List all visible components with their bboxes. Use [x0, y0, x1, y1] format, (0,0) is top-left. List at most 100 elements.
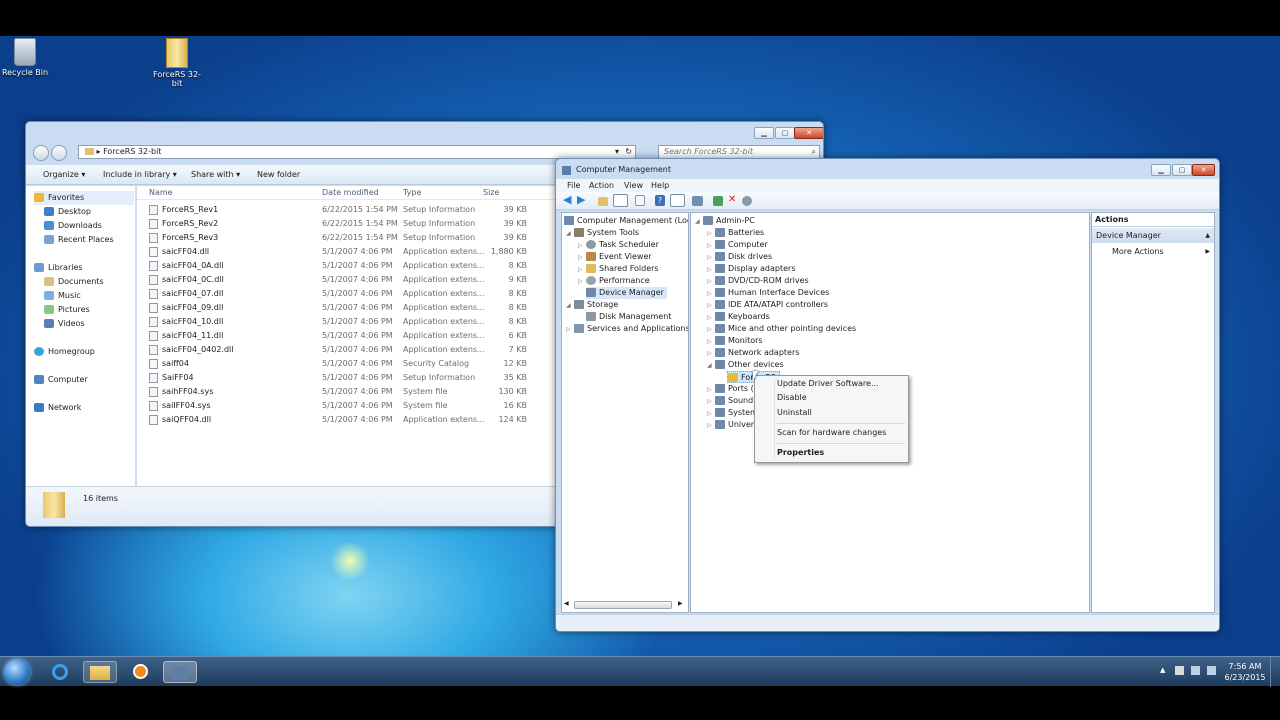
- tree-admin-pc[interactable]: ◢ Admin-PC: [695, 215, 755, 227]
- up-folder-icon[interactable]: [598, 197, 608, 206]
- include-in-library-button[interactable]: Include in library ▾: [103, 170, 177, 179]
- nav-videos[interactable]: Videos: [44, 317, 85, 331]
- share-with-button[interactable]: Share with ▾: [191, 170, 240, 179]
- taskbar-computer-management[interactable]: [163, 661, 197, 683]
- back-arrow-icon[interactable]: ◀: [563, 194, 577, 207]
- tree-device-manager[interactable]: Device Manager: [586, 287, 667, 299]
- tree-event-viewer[interactable]: ▷ Event Viewer: [578, 251, 652, 263]
- show-hide-pane-icon[interactable]: [670, 194, 685, 207]
- more-actions[interactable]: More Actions ▶: [1112, 245, 1212, 259]
- minimize-button[interactable]: ▁: [754, 127, 774, 139]
- close-button[interactable]: ✕: [1192, 164, 1215, 176]
- menu-item-scan-hardware[interactable]: Scan for hardware changes: [777, 426, 886, 440]
- nav-computer[interactable]: Computer: [34, 373, 88, 387]
- menu-item-properties[interactable]: Properties: [777, 446, 824, 460]
- desktop-icon-forcers-folder[interactable]: ForceRS 32-bit: [152, 38, 202, 88]
- nav-music[interactable]: Music: [44, 289, 81, 303]
- clock[interactable]: 7:56 AM 6/23/2015: [1222, 661, 1268, 683]
- scroll-thumb[interactable]: [574, 601, 672, 609]
- menu-item-disable[interactable]: Disable: [777, 391, 807, 405]
- collapse-up-icon[interactable]: ▲: [1205, 228, 1210, 243]
- tree-computer-management[interactable]: Computer Management (Local: [564, 215, 688, 227]
- tree-task-scheduler[interactable]: ▷ Task Scheduler: [578, 239, 659, 251]
- column-header-date[interactable]: Date modified: [322, 186, 379, 200]
- scroll-left-arrow[interactable]: ◀: [564, 600, 569, 607]
- start-button[interactable]: [4, 659, 30, 685]
- collapsed-arrow-icon[interactable]: ▷: [707, 420, 715, 432]
- nav-libraries[interactable]: Libraries: [34, 261, 83, 275]
- device-category[interactable]: ▷ Network adapters: [707, 347, 799, 359]
- console-tree-icon[interactable]: [613, 194, 628, 207]
- nav-network[interactable]: Network: [34, 401, 81, 415]
- device-category[interactable]: ▷ Display adapters: [707, 263, 796, 275]
- chevron-down-icon[interactable]: ▾: [615, 146, 619, 158]
- search-input[interactable]: Search ForceRS 32-bit ⌕: [658, 145, 820, 159]
- search-icon[interactable]: ⌕: [812, 146, 816, 158]
- tree-disk-management[interactable]: Disk Management: [586, 311, 671, 323]
- device-category[interactable]: ▷ Ports (: [707, 383, 754, 395]
- organize-button[interactable]: Organize ▾: [43, 170, 85, 179]
- menu-item-uninstall[interactable]: Uninstall: [777, 406, 812, 420]
- taskbar-windows-explorer[interactable]: [83, 661, 117, 683]
- uninstall-icon[interactable]: ✕: [728, 194, 742, 207]
- device-category[interactable]: ▷ System: [707, 407, 758, 419]
- device-category[interactable]: ▷ Mice and other pointing devices: [707, 323, 856, 335]
- device-category[interactable]: ▷ Disk drives: [707, 251, 772, 263]
- device-category[interactable]: ▷ DVD/CD-ROM drives: [707, 275, 809, 287]
- update-driver-icon[interactable]: [713, 196, 723, 206]
- network-tray-icon[interactable]: [1191, 666, 1200, 675]
- device-category[interactable]: ▷ Human Interface Devices: [707, 287, 829, 299]
- help-icon[interactable]: ?: [655, 195, 665, 206]
- menu-item-update-driver[interactable]: Update Driver Software...: [777, 377, 879, 391]
- tree-services-and-applications[interactable]: ▷ Services and Applications: [566, 323, 688, 335]
- device-category[interactable]: ▷ IDE ATA/ATAPI controllers: [707, 299, 828, 311]
- show-desktop-button[interactable]: [1270, 657, 1280, 687]
- menu-view[interactable]: View: [624, 179, 643, 192]
- expanded-arrow-icon[interactable]: ◢: [707, 360, 715, 372]
- tree-shared-folders[interactable]: ▷ Shared Folders: [578, 263, 659, 275]
- tree-storage[interactable]: ◢ Storage: [566, 299, 618, 311]
- device-category[interactable]: ▷ Computer: [707, 239, 768, 251]
- nav-recent-places[interactable]: Recent Places: [44, 233, 114, 247]
- minimize-button[interactable]: ▁: [1151, 164, 1171, 176]
- tree-performance[interactable]: ▷ Performance: [578, 275, 650, 287]
- properties-icon[interactable]: [635, 195, 645, 206]
- device-category[interactable]: ▷ Keyboards: [707, 311, 770, 323]
- menu-action[interactable]: Action: [589, 179, 614, 192]
- horizontal-scrollbar[interactable]: ◀ ▶: [564, 600, 686, 610]
- maximize-button[interactable]: ▢: [775, 127, 795, 139]
- tree-system-tools[interactable]: ◢ System Tools: [566, 227, 639, 239]
- show-hidden-icons-arrow[interactable]: ▲: [1160, 666, 1165, 674]
- taskbar-media-player[interactable]: [123, 661, 157, 683]
- device-category[interactable]: ▷ Monitors: [707, 335, 763, 347]
- desktop-icon-recycle-bin[interactable]: Recycle Bin: [0, 38, 50, 77]
- actions-section-device-manager[interactable]: Device Manager ▲: [1092, 228, 1214, 243]
- back-button[interactable]: [33, 145, 49, 161]
- device-category[interactable]: ◢ Other devices: [707, 359, 784, 371]
- nav-pictures[interactable]: Pictures: [44, 303, 90, 317]
- address-bar[interactable]: ▸ ForceRS 32-bit ▾ ↻: [78, 145, 636, 159]
- nav-homegroup[interactable]: Homegroup: [34, 345, 95, 359]
- device-category[interactable]: ▷ Sound: [707, 395, 753, 407]
- new-folder-button[interactable]: New folder: [257, 170, 300, 179]
- scan-hardware-icon[interactable]: [692, 196, 703, 206]
- action-center-flag-icon[interactable]: [1175, 666, 1184, 675]
- menu-file[interactable]: File: [567, 179, 580, 192]
- nav-documents[interactable]: Documents: [44, 275, 104, 289]
- maximize-button[interactable]: ▢: [1172, 164, 1192, 176]
- device-category[interactable]: ▷ Batteries: [707, 227, 764, 239]
- column-header-name[interactable]: Name: [149, 186, 173, 200]
- forward-arrow-icon[interactable]: ▶: [577, 194, 591, 207]
- nav-favorites[interactable]: Favorites: [34, 191, 134, 205]
- taskbar-internet-explorer[interactable]: [43, 661, 77, 683]
- refresh-icon[interactable]: ↻: [625, 146, 632, 158]
- device-category[interactable]: ▷ Univer: [707, 419, 754, 431]
- volume-tray-icon[interactable]: [1207, 666, 1216, 675]
- nav-desktop[interactable]: Desktop: [44, 205, 91, 219]
- disable-icon[interactable]: [742, 196, 752, 206]
- column-header-type[interactable]: Type: [403, 186, 421, 200]
- menu-help[interactable]: Help: [651, 179, 669, 192]
- forward-button[interactable]: [51, 145, 67, 161]
- scroll-right-arrow[interactable]: ▶: [678, 600, 683, 607]
- nav-downloads[interactable]: Downloads: [44, 219, 102, 233]
